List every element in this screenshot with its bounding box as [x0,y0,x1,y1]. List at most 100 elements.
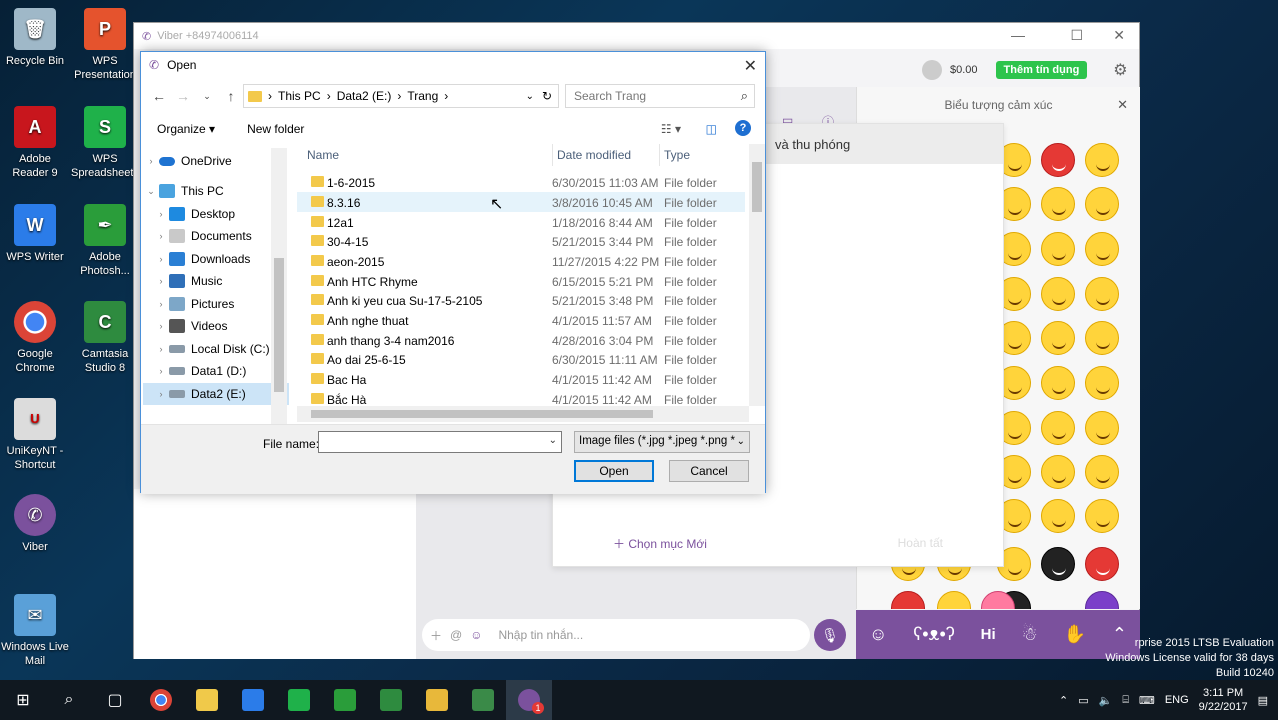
keyboard-icon[interactable]: ⌨ [1139,694,1155,707]
breadcrumb-data2[interactable]: Data2 (E:) [337,89,392,103]
taskbar-wps-writer[interactable] [230,680,276,720]
at-icon[interactable]: @ [450,628,462,642]
microphone-button[interactable]: 🎙 [814,619,846,651]
help-icon[interactable]: ? [735,120,751,136]
message-input[interactable]: ＋ @ ☺ Nhập tin nhắn... [422,619,810,651]
nav-item-data2-e[interactable]: › Data2 (E:) [143,383,289,405]
open-button[interactable]: Open [574,460,654,482]
file-row[interactable]: 8.3.16 3/8/2016 10:45 AM File folder ↖ [297,192,745,213]
taskbar-file-explorer[interactable] [414,680,460,720]
emoji-sticker[interactable] [1085,455,1119,489]
desktop-icon-windows-live-mail[interactable]: ✉ Windows Live Mail [0,594,70,668]
emoji-sticker[interactable] [1085,547,1119,581]
file-row[interactable]: Bac Ha 4/1/2015 11:42 AM File folder [297,369,745,389]
emoji-sticker[interactable] [1041,277,1075,311]
action-center-icon[interactable]: ▤ [1258,694,1268,707]
recent-locations-chevron-icon[interactable]: ⌄ [195,91,219,102]
column-header-type[interactable]: Type [659,144,739,166]
emoji-sticker[interactable] [1085,499,1119,533]
file-row[interactable]: 1-6-2015 6/30/2015 11:03 AM File folder [297,172,745,192]
nav-item-downloads[interactable]: › Downloads [143,248,289,270]
volume-icon[interactable]: 🔈 [1099,694,1113,707]
settings-gear-icon[interactable]: ⚙ [1113,60,1127,80]
emoji-sticker[interactable] [1085,232,1119,266]
battery-icon[interactable]: ▭ [1078,694,1088,707]
emoji-sticker[interactable] [1085,187,1119,221]
back-arrow-icon[interactable]: ← [147,88,171,104]
hi-tab-icon[interactable]: Hi [981,626,996,643]
desktop-icon-recycle-bin[interactable]: 🗑 Recycle Bin [0,8,70,68]
file-list-vertical-scrollbar[interactable] [749,144,765,406]
bear-tab-icon[interactable]: ʕ•ᴥ•ʔ [913,624,955,645]
avatar-icon[interactable] [922,60,942,80]
file-row[interactable]: aeon-2015 11/27/2015 4:22 PM File folder [297,251,745,271]
emoji-sticker[interactable] [1085,143,1119,177]
emoji-sticker[interactable] [1085,277,1119,311]
emoji-sticker[interactable] [1085,366,1119,400]
desktop-icon-adobe-photoshop[interactable]: ✒ Adobe Photosh... [70,204,140,278]
minimize-button[interactable]: — [1011,27,1025,43]
done-button[interactable]: Hoàn tất [898,536,943,550]
address-dropdown-icon[interactable]: ⌄ [526,91,534,102]
chevron-down-icon[interactable]: ⌄ [549,435,557,446]
desktop-icon-google-chrome[interactable]: Google Chrome [0,301,70,375]
forward-arrow-icon[interactable]: → [171,88,195,104]
dialog-close-icon[interactable]: ✕ [744,56,757,76]
address-bar[interactable]: › This PC › Data2 (E:) › Trang › ⌄ ↻ [243,84,559,108]
desktop-icon-unikey[interactable]: U UniKeyNT - Shortcut [0,398,70,472]
scrollbar-thumb[interactable] [274,258,284,392]
desktop-icon-viber[interactable]: ✆ Viber [0,494,70,554]
taskbar-wps-spreadsheets[interactable] [276,680,322,720]
file-row[interactable]: Ao dai 25-6-15 6/30/2015 11:11 AM File f… [297,349,745,369]
new-category-button[interactable]: ＋ Chọn mục Mới [613,535,707,552]
file-row[interactable]: Anh ki yeu cua Su-17-5-2105 5/21/2015 3:… [297,290,745,310]
file-row[interactable]: anh thang 3-4 nam2016 4/28/2016 3:04 PM … [297,330,745,350]
desktop-icon-wps-presentation[interactable]: P WPS Presentation [70,8,140,82]
emoji-panel-close-icon[interactable]: ✕ [1117,97,1128,113]
network-icon[interactable]: ⌸ [1122,694,1129,707]
scrollbar-thumb[interactable] [752,162,762,212]
taskbar-photoshop[interactable] [322,680,368,720]
file-list-horizontal-scrollbar[interactable] [297,406,749,422]
search-button[interactable]: ⌕ [46,680,92,720]
nav-item-local-disk-c[interactable]: › Local Disk (C:) [143,338,289,360]
emoji-sticker[interactable] [1041,366,1075,400]
organize-button[interactable]: Organize ▾ [141,122,231,136]
character-tab-icon[interactable]: ☃ [1022,624,1038,645]
taskbar-chrome[interactable] [138,680,184,720]
breadcrumb-trang[interactable]: Trang [407,89,438,103]
desktop-icon-wps-writer[interactable]: W WPS Writer [0,204,70,264]
scrollbar-thumb[interactable] [311,410,653,418]
up-arrow-icon[interactable]: ↑ [219,88,243,104]
task-view-button[interactable]: ▢ [92,680,138,720]
nav-item-music[interactable]: › Music [143,270,289,292]
preview-pane-icon[interactable]: ◫ [706,122,717,136]
nav-item-onedrive[interactable]: › OneDrive [143,150,289,172]
emoji-sticker[interactable] [1085,591,1119,609]
desktop-icon-wps-spreadsheets[interactable]: S WPS Spreadsheets [70,106,140,180]
taskbar-folder-app[interactable] [184,680,230,720]
nav-item-documents[interactable]: › Documents [143,225,289,247]
cancel-button[interactable]: Cancel [669,460,749,482]
sticker-icon[interactable]: ☺ [470,628,482,642]
emoji-sticker[interactable] [1041,547,1075,581]
navigation-pane-scrollbar[interactable] [271,148,287,424]
smiley-tab-icon[interactable]: ☺ [869,624,887,645]
search-box[interactable]: Search Trang ⌕ [565,84,755,108]
emoji-sticker[interactable] [1041,455,1075,489]
nav-item-pictures[interactable]: › Pictures [143,293,289,315]
plus-icon[interactable]: ＋ [430,627,442,644]
column-header-name[interactable]: Name^ [307,144,537,166]
add-credit-button[interactable]: Thêm tín dụng [995,61,1088,79]
file-row[interactable]: 12a1 1/18/2016 8:44 AM File folder [297,212,745,232]
view-options-icon[interactable]: ☷ ▾ [661,122,681,136]
emoji-sticker[interactable] [1041,411,1075,445]
taskbar-viber[interactable]: 1 [506,680,552,720]
start-button[interactable]: ⊞ [0,680,46,720]
desktop-icon-adobe-reader[interactable]: A Adobe Reader 9 [0,106,70,180]
new-folder-button[interactable]: New folder [231,122,320,136]
emoji-sticker[interactable] [1041,321,1075,355]
file-row[interactable]: 30-4-15 5/21/2015 3:44 PM File folder [297,231,745,251]
taskbar-camtasia-recorder[interactable] [460,680,506,720]
hand-tab-icon[interactable]: ✋ [1064,624,1086,645]
